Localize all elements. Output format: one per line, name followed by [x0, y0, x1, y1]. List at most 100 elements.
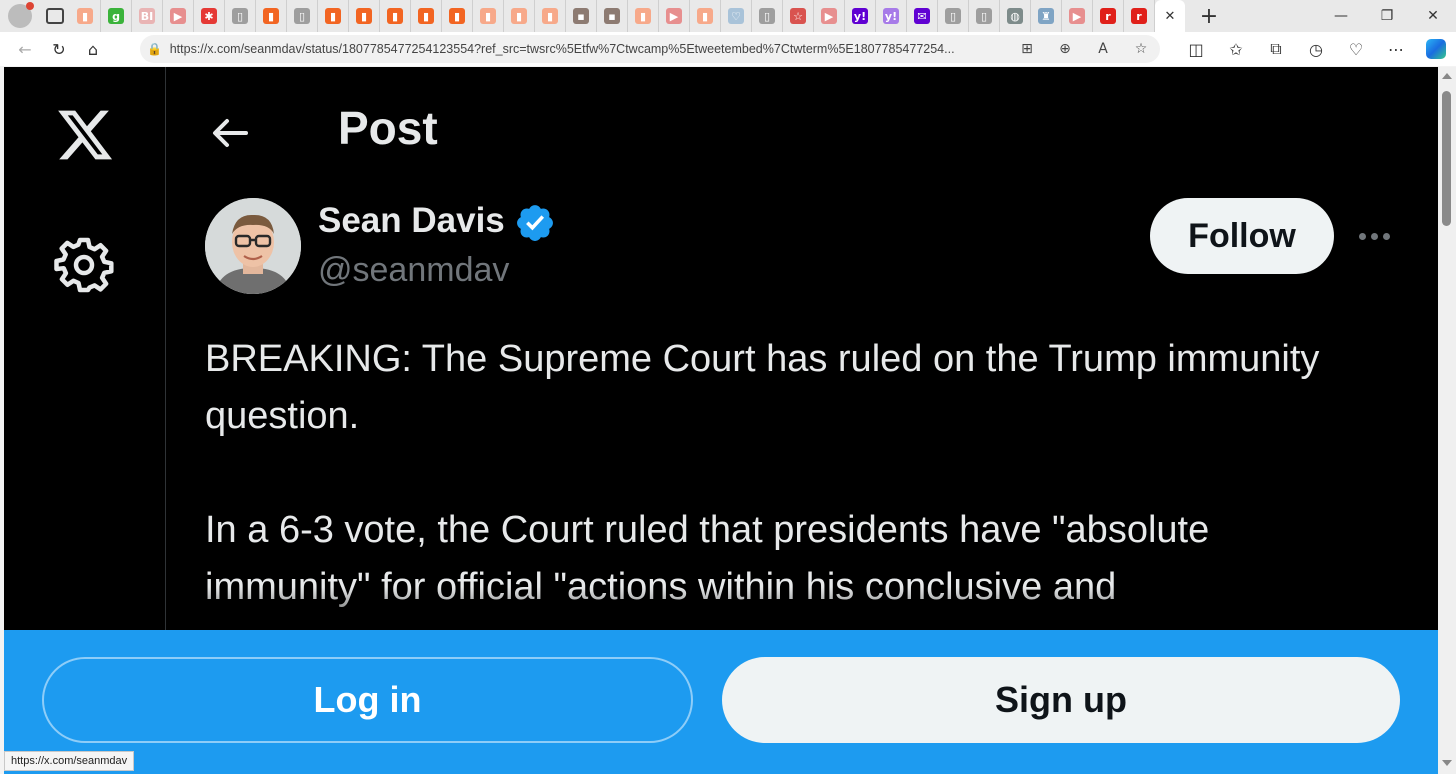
favorite-star-icon[interactable]: ☆	[1122, 41, 1160, 57]
bookmark-icon: ▮	[635, 8, 651, 24]
browser-tab[interactable]: ▯	[752, 0, 783, 32]
browser-tab[interactable]: ▶	[1062, 0, 1093, 32]
g-icon: g	[108, 8, 124, 24]
youtube-icon: ▶	[1069, 8, 1085, 24]
verified-badge-icon	[517, 205, 553, 241]
browser-tab[interactable]: ▯	[969, 0, 1000, 32]
settings-gear-icon[interactable]	[54, 235, 114, 295]
split-screen-icon[interactable]: ◫	[1176, 34, 1216, 64]
refresh-icon[interactable]: ↻	[42, 34, 76, 64]
author-name[interactable]: Sean Davis	[318, 201, 505, 241]
browser-tab[interactable]: ◍	[1000, 0, 1031, 32]
browser-tab[interactable]: ▯	[287, 0, 318, 32]
browser-tab[interactable]: ☆	[783, 0, 814, 32]
back-nav-icon[interactable]: ←	[8, 34, 42, 64]
tab-actions-icon[interactable]	[46, 8, 64, 24]
browser-tab[interactable]: ▮	[256, 0, 287, 32]
red-icon: ✱	[201, 8, 217, 24]
browser-tab[interactable]: ▮	[380, 0, 411, 32]
browser-tab[interactable]: ▮	[535, 0, 566, 32]
minimize-icon[interactable]: —	[1318, 0, 1364, 32]
read-aloud-icon[interactable]: A	[1084, 41, 1122, 57]
browser-tab[interactable]: ▶	[163, 0, 194, 32]
active-browser-tab[interactable]: ✕	[1155, 0, 1185, 32]
youtube-icon: ▶	[666, 8, 682, 24]
close-tab-icon[interactable]: ✕	[1165, 9, 1176, 24]
app-available-icon[interactable]: ⊞	[1008, 41, 1046, 57]
new-tab-button[interactable]: +	[1195, 2, 1223, 30]
browser-tab[interactable]: ▮	[473, 0, 504, 32]
browser-tab-strip: ▮ g BI ▶ ✱ ▯ ▮ ▯ ▮ ▮ ▮ ▮ ▮ ▮ ▮ ▮ ▪ ▪ ▮ ▶ ▮ ♡ ▯ ☆ ▶ y! y! ✉ ▯ ▯ ◍ ♜ ▶ r r ✕ …	[0, 0, 1456, 32]
browser-tab[interactable]: ▶	[659, 0, 690, 32]
copilot-icon[interactable]	[1416, 34, 1456, 64]
browser-tab[interactable]: ▮	[70, 0, 101, 32]
browser-tab[interactable]: ♜	[1031, 0, 1062, 32]
browser-tab[interactable]: ▮	[504, 0, 535, 32]
signup-button[interactable]: Sign up	[722, 657, 1400, 743]
photo-icon: ▪	[604, 8, 620, 24]
page-viewport: Post Sean Davis @seanmdav Follow BREAKIN…	[4, 67, 1438, 774]
browser-tab[interactable]: ▪	[566, 0, 597, 32]
url-text[interactable]: https://x.com/seanmdav/status/1807785477…	[170, 42, 1000, 56]
browser-tab[interactable]: r	[1124, 0, 1155, 32]
zoom-icon[interactable]: ⊕	[1046, 41, 1084, 57]
star-icon: ☆	[790, 8, 806, 24]
browser-tab[interactable]: g	[101, 0, 132, 32]
more-options-icon[interactable]	[1352, 219, 1396, 253]
follow-button[interactable]: Follow	[1150, 198, 1334, 274]
bi-icon: BI	[139, 8, 155, 24]
bookmark-icon: ▮	[480, 8, 496, 24]
browser-tab[interactable]: ▮	[349, 0, 380, 32]
lock-icon[interactable]: 🔒	[140, 42, 170, 56]
author-avatar[interactable]	[205, 198, 301, 294]
browser-essentials-icon[interactable]: ♡	[1336, 34, 1376, 64]
scroll-thumb[interactable]	[1442, 91, 1451, 226]
browser-tab[interactable]: ▮	[318, 0, 349, 32]
close-window-icon[interactable]: ✕	[1410, 0, 1456, 32]
bookmark-icon: ▮	[511, 8, 527, 24]
history-icon[interactable]: ◷	[1296, 34, 1336, 64]
browser-tab[interactable]: ▮	[411, 0, 442, 32]
castle-icon: ♜	[1038, 8, 1054, 24]
browser-tab[interactable]: y!	[876, 0, 907, 32]
author-handle[interactable]: @seanmdav	[318, 251, 509, 290]
profile-avatar-icon[interactable]	[8, 2, 34, 28]
back-arrow-icon	[213, 119, 248, 147]
r-icon: r	[1100, 8, 1116, 24]
yahoo-icon: y!	[852, 8, 868, 24]
login-prompt-bar: Log in Sign up	[4, 630, 1438, 774]
browser-tab[interactable]: BI	[132, 0, 163, 32]
browser-tab[interactable]: ▮	[690, 0, 721, 32]
address-bar[interactable]: 🔒 https://x.com/seanmdav/status/18077854…	[140, 35, 1160, 63]
browser-tab[interactable]: ♡	[721, 0, 752, 32]
browser-tab[interactable]: ✱	[194, 0, 225, 32]
collections-icon[interactable]: ⧉	[1256, 34, 1296, 64]
post-body: BREAKING: The Supreme Court has ruled on…	[205, 331, 1385, 616]
browser-tab[interactable]: ▯	[225, 0, 256, 32]
browser-tab[interactable]: ✉	[907, 0, 938, 32]
scroll-down-icon[interactable]	[1442, 760, 1452, 766]
tab-list: ▮ g BI ▶ ✱ ▯ ▮ ▯ ▮ ▮ ▮ ▮ ▮ ▮ ▮ ▮ ▪ ▪ ▮ ▶ ▮ ♡ ▯ ☆ ▶ y! y! ✉ ▯ ▯ ◍ ♜ ▶ r r ✕	[70, 0, 1185, 32]
more-tools-icon[interactable]: ⋯	[1376, 34, 1416, 64]
back-arrow-button[interactable]	[204, 107, 256, 159]
window-controls: — ❐ ✕	[1318, 0, 1456, 32]
favorites-icon[interactable]: ✩	[1216, 34, 1256, 64]
login-button[interactable]: Log in	[42, 657, 693, 743]
home-icon[interactable]: ⌂	[76, 34, 110, 64]
x-logo-icon[interactable]	[52, 105, 118, 165]
browser-tab[interactable]: y!	[845, 0, 876, 32]
page-scrollbar[interactable]	[1438, 67, 1456, 774]
browser-tab[interactable]: r	[1093, 0, 1124, 32]
scroll-up-icon[interactable]	[1442, 73, 1452, 79]
link-status-bar: https://x.com/seanmdav	[4, 751, 135, 771]
globe-icon: ◍	[1007, 8, 1023, 24]
browser-tab[interactable]: ▮	[442, 0, 473, 32]
browser-tab[interactable]: ▪	[597, 0, 628, 32]
profile-photo-icon	[205, 198, 301, 294]
youtube-icon: ▶	[821, 8, 837, 24]
browser-tab[interactable]: ▶	[814, 0, 845, 32]
browser-tab[interactable]: ▯	[938, 0, 969, 32]
photo-icon: ▪	[573, 8, 589, 24]
restore-icon[interactable]: ❐	[1364, 0, 1410, 32]
browser-tab[interactable]: ▮	[628, 0, 659, 32]
